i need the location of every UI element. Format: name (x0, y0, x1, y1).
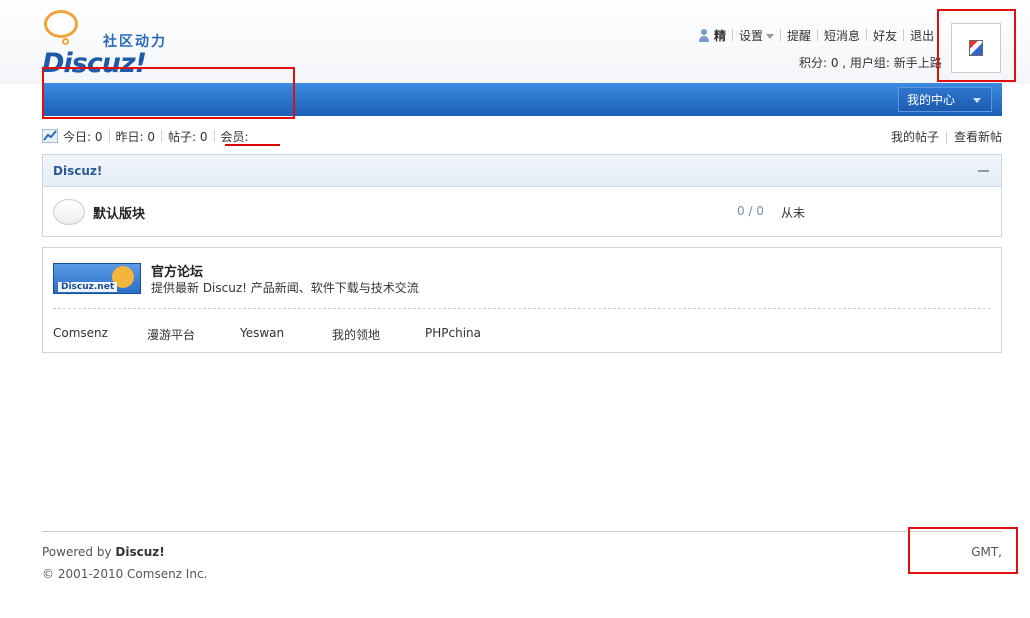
user-nav: 精 设置 提醒 短消息 好友 退出 (698, 27, 934, 43)
link-item[interactable]: 漫游平台 (147, 326, 195, 343)
remind-link[interactable]: 提醒 (787, 27, 811, 44)
stat-members: 会员: (220, 129, 249, 144)
messages-link[interactable]: 短消息 (824, 27, 860, 44)
forum-row: 默认版块 0 / 0 从未 (43, 187, 1001, 237)
stat-posts: 帖子: 0 (168, 129, 208, 144)
user-icon (698, 28, 710, 42)
footer-divider (42, 531, 1002, 532)
logo-bubble-icon (44, 10, 78, 38)
new-posts-link[interactable]: 查看新帖 (954, 128, 1002, 145)
highlight-box-avatar (937, 9, 1016, 82)
nav-divider (903, 29, 905, 41)
collapse-icon[interactable] (978, 170, 989, 172)
forum-group-header: Discuz! (43, 155, 1001, 187)
forum-group-title[interactable]: Discuz! (53, 164, 102, 178)
nav-divider (866, 29, 868, 41)
link-item[interactable]: Yeswan (240, 326, 284, 340)
nav-divider (817, 29, 819, 41)
link-item[interactable]: 我的领地 (332, 326, 380, 343)
link-item[interactable]: Comsenz (53, 326, 108, 340)
official-forum-link[interactable]: 官方论坛 (151, 261, 203, 280)
settings-menu[interactable]: 设置 (739, 27, 775, 44)
powered-prefix: Powered by (42, 545, 116, 559)
official-logo-text: Discuz.net (58, 282, 118, 292)
forum-last-post: 从未 (781, 206, 806, 220)
forum-thread-count: 0 / 0 (737, 204, 764, 218)
highlight-box-timezone (908, 527, 1018, 574)
link-item[interactable]: PHPchina (425, 326, 481, 340)
my-center-label: 我的中心 (907, 93, 956, 107)
quicklink-divider (945, 130, 947, 143)
stat-divider (108, 130, 110, 142)
caret-down-icon (766, 33, 775, 39)
username-link[interactable]: 精 (714, 27, 726, 44)
stat-divider (213, 130, 215, 142)
forum-name-link[interactable]: 默认版块 (93, 203, 145, 222)
stats-chart-icon (42, 129, 58, 143)
nav-divider (780, 29, 782, 41)
copyright: © 2001-2010 Comsenz Inc. (42, 567, 208, 581)
stat-yesterday: 昨日: 0 (115, 129, 156, 144)
powered-by: Powered by Discuz! (42, 545, 165, 559)
forum-group: Discuz! 默认版块 0 / 0 从未 (42, 154, 1002, 237)
quick-links: 我的帖子 查看新帖 (891, 128, 1002, 145)
stat-divider (161, 130, 162, 142)
forum-stats: 今日: 0 昨日: 0 帖子: 0 会员: (42, 128, 249, 144)
logout-link[interactable]: 退出 (910, 27, 934, 44)
members-underline-mark (225, 144, 280, 146)
powered-brand-link[interactable]: Discuz! (115, 545, 164, 559)
user-credits[interactable]: 积分: 0 , 用户组: 新手上路 (799, 54, 942, 71)
friends-link[interactable]: 好友 (873, 27, 897, 44)
settings-label: 设置 (739, 28, 764, 43)
stat-today: 今日: 0 (63, 129, 103, 144)
my-posts-link[interactable]: 我的帖子 (891, 128, 939, 145)
friend-links: Discuz.net 官方论坛 提供最新 Discuz! 产品新闻、软件下载与技… (42, 247, 1002, 353)
caret-down-icon (973, 98, 981, 103)
official-forum-desc: 提供最新 Discuz! 产品新闻、软件下载与技术交流 (151, 281, 419, 295)
logo-bubble-tail-icon (62, 38, 69, 45)
official-forum-logo[interactable]: Discuz.net (53, 263, 141, 294)
nav-divider (732, 29, 734, 41)
forum-status-icon (53, 199, 85, 225)
links-divider (53, 308, 991, 309)
highlight-box-logo (42, 67, 295, 119)
my-center-button[interactable]: 我的中心 (898, 87, 992, 112)
